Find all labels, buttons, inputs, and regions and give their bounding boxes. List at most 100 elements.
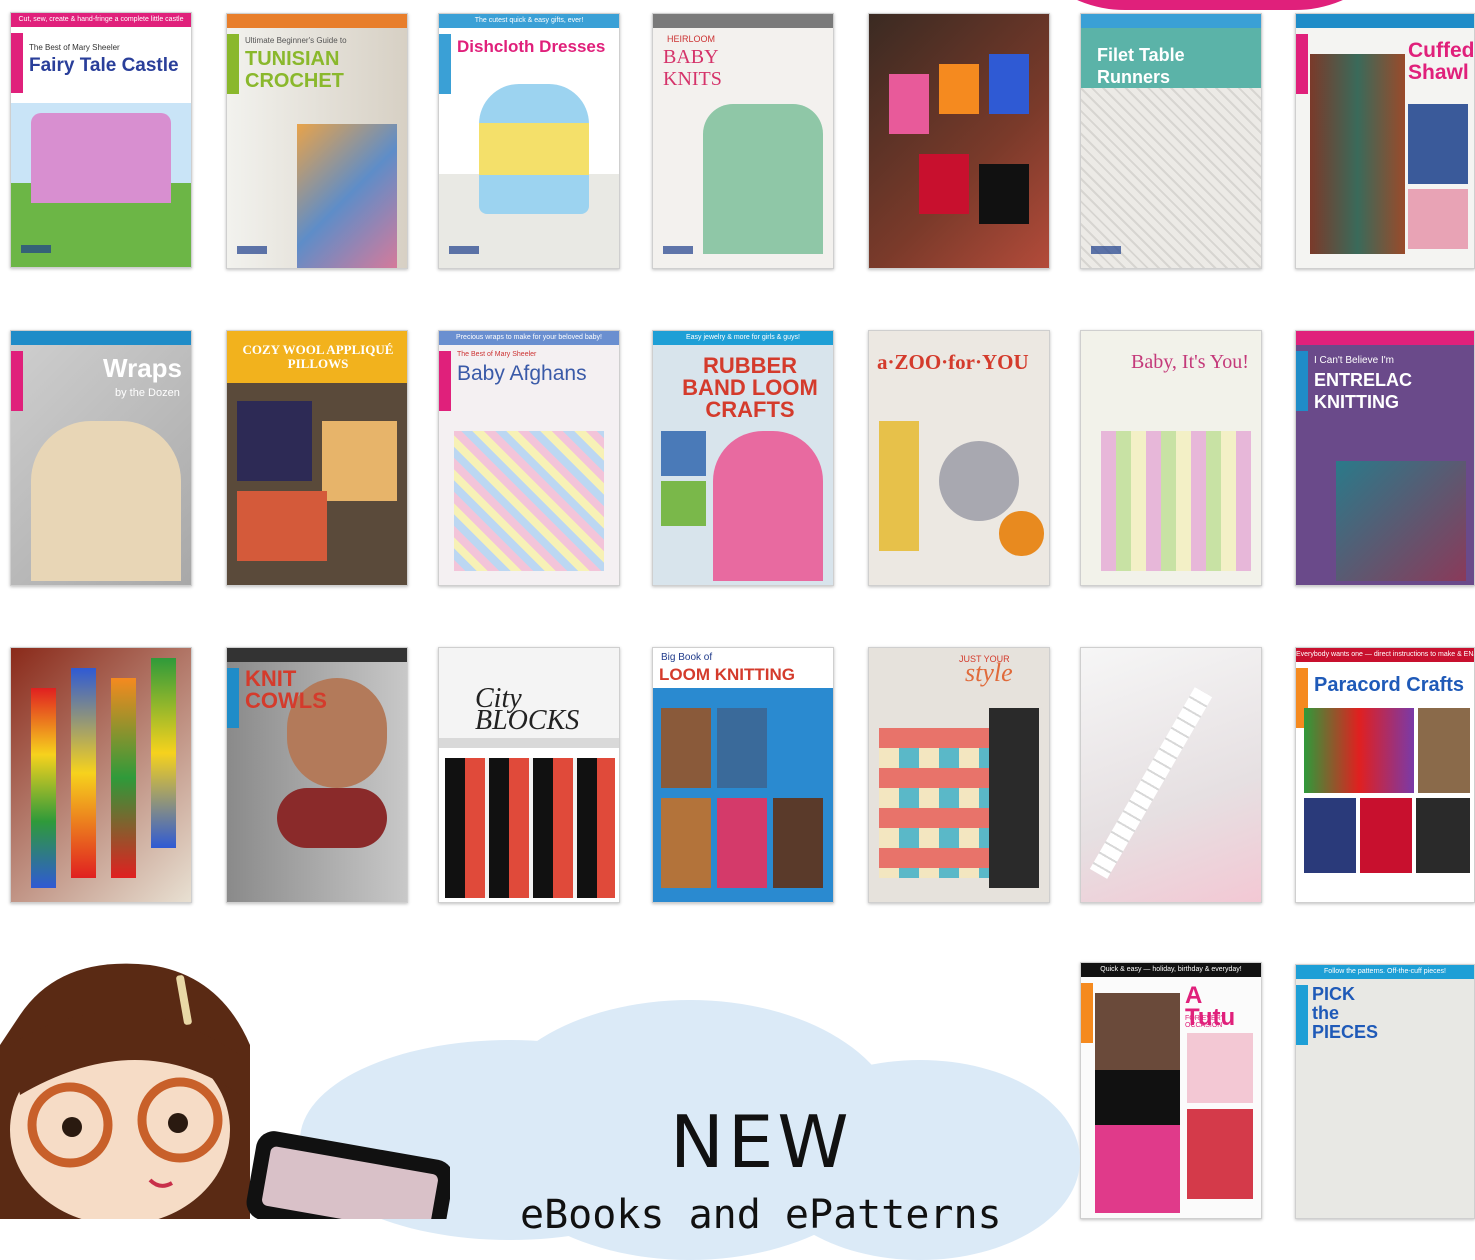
pink-banner-arc [1005,0,1415,10]
book-cover-entrelac-knitting[interactable]: I Can't Believe I'm ENTRELAC KNITTING [1295,330,1475,586]
cover-title: BABY KNITS [663,46,722,90]
cover-title: Baby Afghans [457,362,587,385]
cover-banner: Follow the patterns. Off-the-cuff pieces… [1296,965,1474,979]
book-cover-baby-its-you[interactable]: Baby, It's You! [1080,330,1262,586]
cover-subtitle: The Best of Mary Sheeler [29,43,120,52]
cover-side-tab [439,34,451,94]
bookmark [151,658,176,848]
project-photo [1304,798,1356,873]
cover-title: KNIT COWLS [245,666,327,713]
cover-banner: The cutest quick & easy gifts, ever! [439,14,619,28]
promo-headline: NEW [670,1100,853,1184]
cover-banner: Easy jewelry & more for girls & guys! [653,331,833,345]
pillow-photo [237,491,327,561]
publisher-logo [237,246,267,254]
cover-title: Filet Table Runners [1097,45,1185,87]
publisher-logo [663,246,693,254]
baby-photo [703,104,823,254]
book-cover-a-zoo-for-you[interactable]: a·ZOO·for·YOU [868,330,1050,586]
book-cover-woven-bookmarks[interactable] [10,647,192,903]
book-cover-dishcloth-dresses[interactable]: The cutest quick & easy gifts, ever! Dis… [438,13,620,269]
dress-photo [479,84,589,214]
book-cover-heirloom-baby-knits[interactable]: HEIRLOOM BABY KNITS [652,13,834,269]
book-cover-paracord-crafts[interactable]: Everybody wants one — direct instruction… [1295,647,1475,903]
girl-character-illustration [0,963,450,1219]
shawl-thumb [1408,189,1468,249]
cover-banner: Everybody wants one — direct instruction… [1296,648,1474,662]
book-cover-holiday-baskets[interactable] [868,13,1050,269]
cover-banner [1081,14,1261,28]
afghan-photo [454,431,604,571]
cover-side-tab [227,34,239,94]
cover-side-tab [1296,34,1308,94]
cover-title: City BLOCKS [475,683,580,736]
project-photo [661,798,711,888]
basket-black [979,164,1029,224]
castle-illustration [31,113,171,203]
quilt-photo [445,758,615,898]
bookmark [31,688,56,888]
book-cover-fairy-tale-castle[interactable]: Cut, sew, create & hand-fringe a complet… [10,12,192,268]
lace-edging [1089,687,1213,879]
quilt-photo [879,728,999,878]
cover-banner [227,648,407,662]
book-cover-just-your-style[interactable]: JUST YOUR style [868,647,1050,903]
cover-title: Paracord Crafts [1314,674,1465,696]
tutu-thumb [1187,1109,1253,1199]
cover-subtitle: The Best of Mary Sheeler [457,351,537,358]
cowl-photo [1336,461,1466,581]
cover-banner: Quick & easy — holiday, birthday & every… [1081,963,1261,977]
book-cover-pick-the-pieces[interactable]: Follow the patterns. Off-the-cuff pieces… [1295,964,1475,1219]
project-photo [773,798,823,888]
book-cover-filet-table-runners[interactable]: Filet Table Runners [1080,13,1262,269]
book-cover-big-book-of-loom-knitting[interactable]: Big Book of LOOM KNITTING [652,647,834,903]
girl-photo [713,431,823,581]
cover-title: COZY WOOL APPLIQUÉ PILLOWS [242,342,394,371]
book-cover-cozy-wool-applique-pillows[interactable]: COZY WOOL APPLIQUÉ PILLOWS [226,330,408,586]
girl-photo [1095,993,1180,1213]
book-cover-knit-cowls[interactable]: KNIT COWLS [226,647,408,903]
book-cover-wraps-by-the-dozen[interactable]: Wraps by the Dozen [10,330,192,586]
cowl-photo [277,788,387,848]
cover-side-tab [1296,985,1308,1045]
project-photo [1360,798,1412,873]
cover-side-tab [11,33,23,93]
thumb-photo [661,481,706,526]
publisher-logo [1091,246,1121,254]
cover-title: Fairy Tale Castle [29,55,179,76]
book-cover-city-blocks[interactable]: City BLOCKS [438,647,620,903]
basket-orange [939,64,979,114]
cover-side-tab [11,351,23,411]
giraffe-toy [879,421,919,551]
cover-banner: Cut, sew, create & hand-fringe a complet… [11,13,191,27]
cover-title: RUBBER BAND LOOM CRAFTS [682,353,818,422]
book-cover-cuffed-shawl[interactable]: Cuffed Shawl [1295,13,1475,269]
book-cover-rubber-band-loom-crafts[interactable]: Easy jewelry & more for girls & guys! RU… [652,330,834,586]
cover-title: Baby, It's You! [1131,351,1249,373]
bookmark [71,668,96,878]
project-photo [1304,708,1414,793]
cover-side-tab [439,351,451,411]
cover-subtitle: FOR EVERY OCCASION [1185,1015,1226,1029]
cover-title: Dishcloth Dresses [457,37,606,56]
cover-banner [11,331,191,345]
book-cover-baby-afghans[interactable]: Precious wraps to make for your beloved … [438,330,620,586]
basket-pink [889,74,929,134]
shawl-photo [1310,54,1405,254]
cover-banner [1296,14,1474,28]
chair-photo [989,708,1039,888]
lion-toy [999,511,1044,556]
book-cover-tunisian-crochet[interactable]: Ultimate Beginner's Guide to TUNISIAN CR… [226,13,408,269]
quilt-photo [1101,431,1251,571]
book-cover-a-tutu[interactable]: Quick & easy — holiday, birthday & every… [1080,962,1262,1219]
cover-banner [1296,331,1474,345]
cover-title: ENTRELAC KNITTING [1314,370,1412,412]
cover-title: Wraps [103,353,182,383]
project-photo [717,798,767,888]
elephant-toy [939,441,1019,521]
bookmark [111,678,136,878]
book-cover-pillowcase-edging[interactable] [1080,647,1262,903]
cover-title: Cuffed Shawl [1408,39,1475,84]
project-photo [1416,798,1470,873]
cover-side-tab [1081,983,1093,1043]
